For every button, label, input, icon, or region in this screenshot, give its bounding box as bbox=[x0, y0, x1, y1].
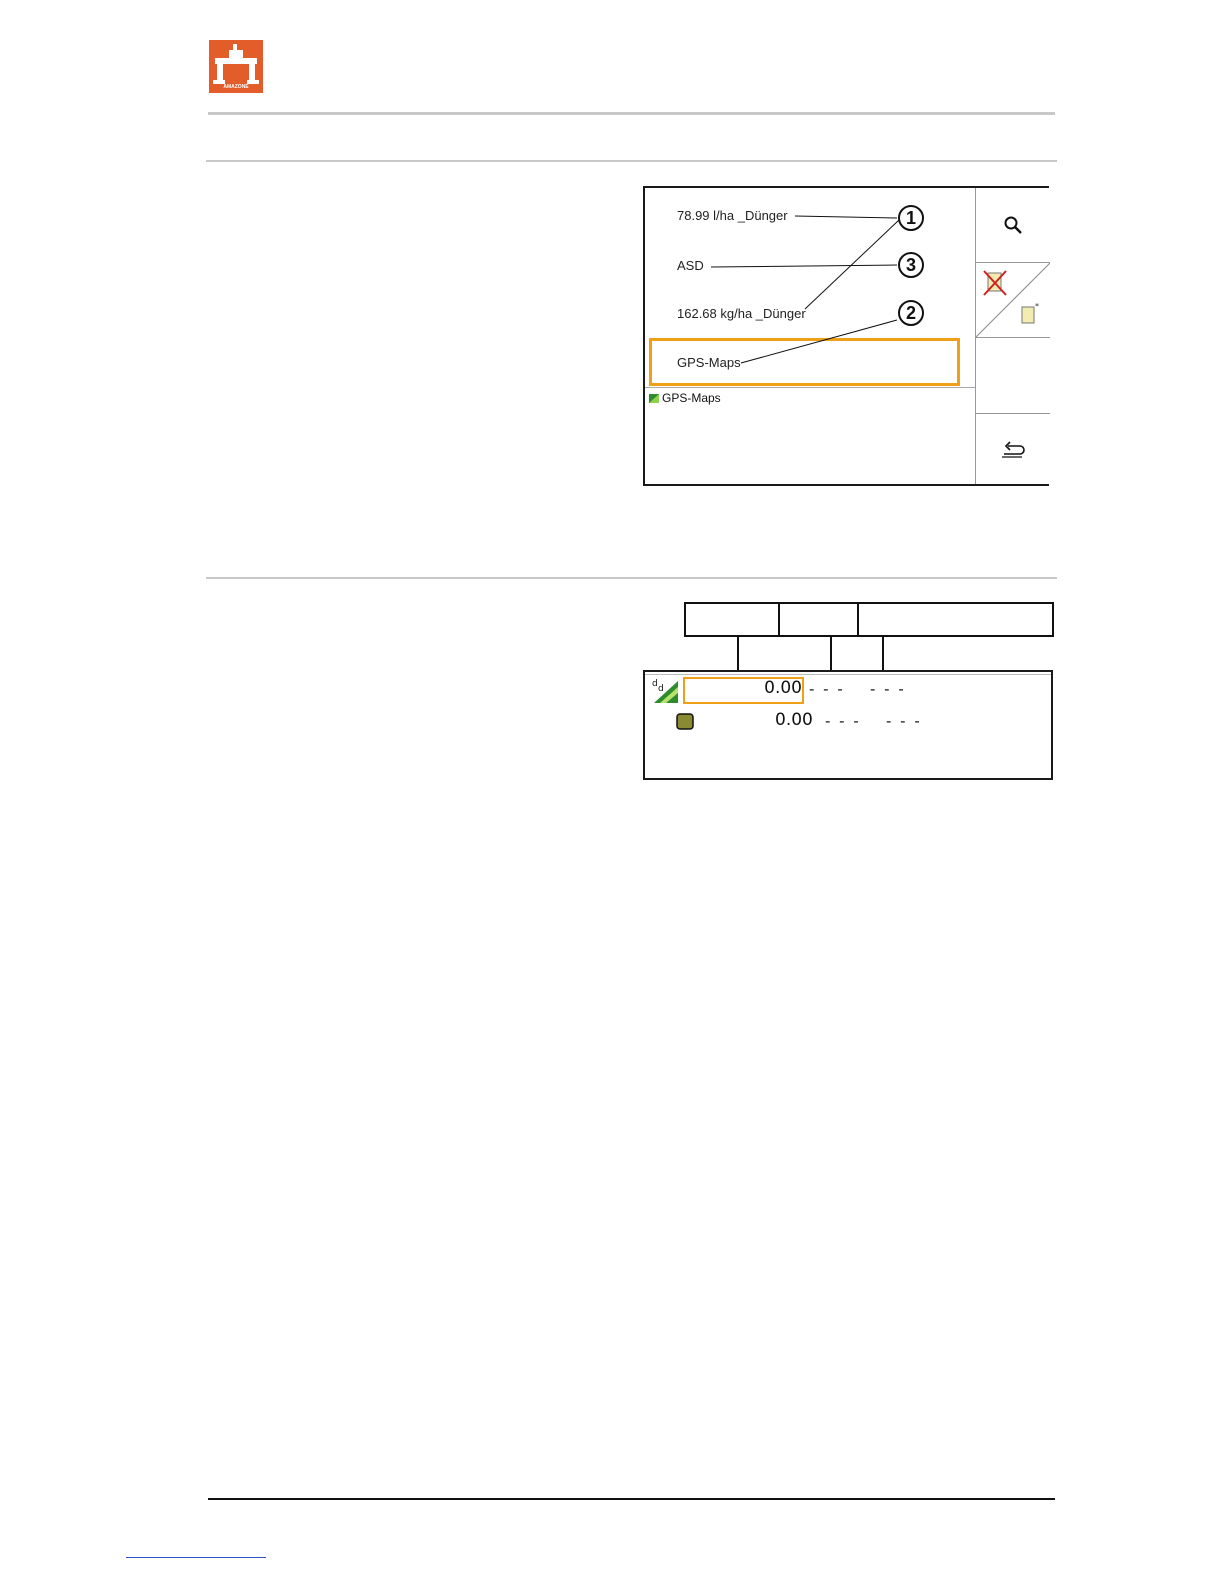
search-icon bbox=[1004, 216, 1022, 234]
current-path-label: GPS-Maps bbox=[662, 391, 721, 405]
search-button[interactable] bbox=[976, 188, 1050, 263]
column-divider bbox=[830, 636, 832, 670]
row-col3: - - - bbox=[886, 712, 922, 730]
column-divider bbox=[857, 604, 859, 635]
row-value: 0.00 bbox=[775, 710, 813, 730]
column-divider bbox=[882, 636, 884, 670]
svg-text:d: d bbox=[658, 684, 664, 694]
row-col2: - - - bbox=[825, 712, 861, 730]
delete-new-file-button[interactable]: * bbox=[976, 263, 1050, 338]
current-path: GPS-Maps bbox=[649, 391, 721, 405]
target-rate-icon: d d bbox=[652, 679, 678, 703]
footer-rule bbox=[208, 1498, 1055, 1500]
callout-1: 1 bbox=[898, 205, 924, 231]
product-bag-icon bbox=[676, 713, 694, 730]
section-rule-2 bbox=[206, 577, 1057, 579]
header-rule bbox=[208, 112, 1055, 115]
rate-table-screen: d d 0.00 - - - - - - 0.00 - - - - - - bbox=[643, 670, 1053, 780]
column-divider bbox=[778, 604, 780, 635]
section-rule-1 bbox=[206, 160, 1057, 162]
amazone-logo: AMAZONE bbox=[209, 40, 263, 93]
gps-maps-screen: 78.99 l/ha _Dünger ASD 162.68 kg/ha _Dün… bbox=[643, 186, 1050, 486]
softkey-sidebar: * bbox=[975, 188, 1050, 484]
row-value: 0.00 bbox=[764, 678, 802, 698]
back-icon bbox=[1002, 441, 1025, 458]
delete-new-file-icon: * bbox=[976, 263, 1050, 337]
callout-2: 2 bbox=[898, 300, 924, 326]
row-col2: - - - bbox=[809, 680, 845, 698]
svg-text:*: * bbox=[1035, 302, 1039, 311]
callout-3: 3 bbox=[898, 252, 924, 278]
row-col3: - - - bbox=[870, 680, 906, 698]
svg-text:d: d bbox=[652, 679, 658, 689]
empty-softkey[interactable] bbox=[976, 338, 1050, 414]
gps-map-icon bbox=[649, 393, 659, 403]
column-divider bbox=[737, 636, 739, 670]
logo-text: AMAZONE bbox=[223, 84, 249, 90]
footer-link-underline bbox=[126, 1557, 266, 1558]
back-button[interactable] bbox=[976, 414, 1050, 484]
column-header-row-1 bbox=[684, 602, 1054, 637]
callout-lines bbox=[710, 215, 900, 364]
table-top-line bbox=[645, 674, 1051, 675]
